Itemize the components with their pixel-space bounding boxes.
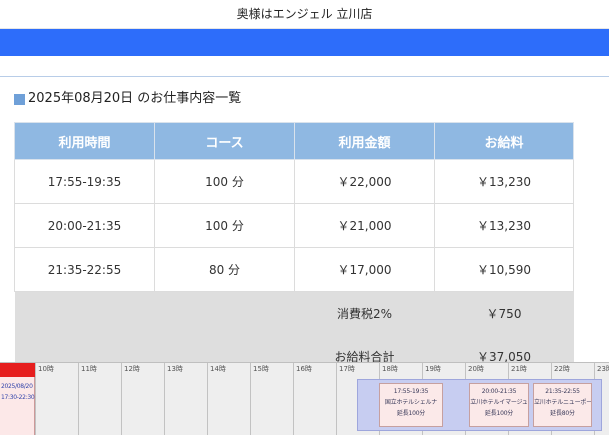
hour-column: 13時: [164, 363, 207, 435]
booking-course: 延長100分: [396, 410, 426, 417]
cell-pay: ￥13,230: [434, 203, 574, 248]
cell-amount: ￥17,000: [294, 247, 435, 292]
column-header-pay: お給料: [434, 122, 574, 160]
booking-hotel: 立川ホテルニューポー: [534, 399, 592, 406]
booking-block[interactable]: 17:55-19:35 国立ホテルシェルナ 延長100分: [379, 383, 443, 427]
hour-column: 11時: [78, 363, 121, 435]
cell-time: 17:55-19:35: [14, 159, 155, 204]
booking-course: 延長80分: [550, 410, 575, 417]
table-row: 17:55-19:35 100 分 ￥22,000 ￥13,230: [14, 159, 574, 204]
cell-pay: ￥13,230: [434, 159, 574, 204]
tax-value: ￥750: [434, 291, 574, 335]
hour-column: 10時: [35, 363, 78, 435]
booking-time: 21:35-22:55: [545, 388, 580, 395]
work-table: 利用時間 コース 利用金額 お給料 17:55-19:35 100 分 ￥22,…: [14, 122, 574, 378]
page-title-text: 2025年08月20日 のお仕事内容一覧: [28, 91, 242, 106]
divider: [0, 76, 609, 77]
column-header-time: 利用時間: [14, 122, 155, 160]
booking-hotel: 国立ホテルシェルナ: [384, 399, 438, 406]
hour-column: 14時: [207, 363, 250, 435]
hour-column: 12時: [121, 363, 164, 435]
timeline-date: 2025/08/20: [1, 383, 33, 390]
timeline-shift: 17:30-22:30: [1, 394, 35, 401]
tax-row: 消費税2% ￥750: [14, 291, 574, 335]
table-row: 20:00-21:35 100 分 ￥21,000 ￥13,230: [14, 203, 574, 248]
booking-time: 20:00-21:35: [481, 388, 517, 395]
tax-label: 消費税2%: [294, 291, 435, 335]
column-header-amount: 利用金額: [294, 122, 435, 160]
cell-course: 100 分: [154, 203, 295, 248]
cell-amount: ￥22,000: [294, 159, 435, 204]
page-title: 2025年08月20日 のお仕事内容一覧: [14, 90, 241, 108]
table-header-row: 利用時間 コース 利用金額 お給料: [14, 122, 574, 160]
booking-course: 延長100分: [484, 410, 514, 417]
nav-bar: [0, 29, 609, 56]
today-marker: [0, 363, 35, 377]
cell-pay: ￥10,590: [434, 247, 574, 292]
square-icon: [14, 93, 25, 105]
cell-course: 100 分: [154, 159, 295, 204]
booking-hotel: 立川ホテルイマージュ: [470, 399, 528, 406]
table-row: 21:35-22:55 80 分 ￥17,000 ￥10,590: [14, 247, 574, 292]
hour-column: 16時: [293, 363, 336, 435]
cell-time: 20:00-21:35: [14, 203, 155, 248]
column-header-course: コース: [154, 122, 295, 160]
timeline-date-cell[interactable]: 2025/08/20 17:30-22:30: [0, 363, 35, 435]
shop-header: 奥様はエンジェル 立川店: [0, 0, 609, 29]
shop-name: 奥様はエンジェル 立川店: [236, 7, 373, 21]
booking-block[interactable]: 21:35-22:55 立川ホテルニューポー 延長80分: [533, 383, 592, 427]
hour-column: 15時: [250, 363, 293, 435]
booking-time: 17:55-19:35: [393, 388, 429, 395]
booking-block[interactable]: 20:00-21:35 立川ホテルイマージュ 延長100分: [469, 383, 529, 427]
cell-time: 21:35-22:55: [14, 247, 155, 292]
cell-course: 80 分: [154, 247, 295, 292]
cell-amount: ￥21,000: [294, 203, 435, 248]
schedule-timeline: 2025/08/20 17:30-22:30 10時 11時 12時 13時 1…: [0, 362, 609, 435]
